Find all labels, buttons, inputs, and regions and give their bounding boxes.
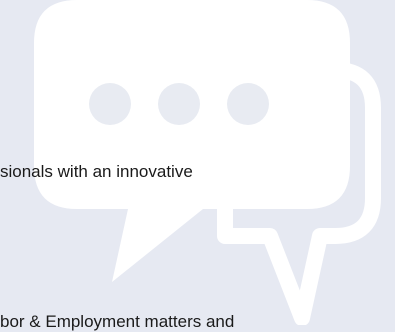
body-text-line-2: bor & Employment matters and xyxy=(0,312,235,331)
body-text-line-1: sionals with an innovative xyxy=(0,162,193,181)
front-speech-bubble xyxy=(34,0,350,282)
typing-dot-1 xyxy=(89,83,131,125)
typing-dot-3 xyxy=(227,83,269,125)
typing-dot-2 xyxy=(158,83,200,125)
